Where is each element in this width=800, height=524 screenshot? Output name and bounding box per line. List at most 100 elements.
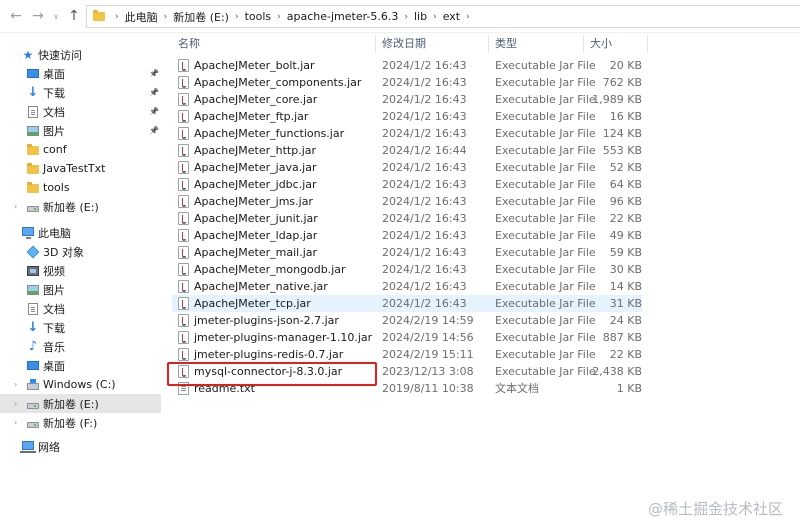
sidebar-item[interactable]: › 新加卷 (E:)	[0, 197, 161, 216]
file-row[interactable]: jmeter-plugins-json-2.7.jar 2024/2/19 14:…	[172, 312, 642, 329]
file-date: 2024/1/2 16:43	[382, 161, 467, 174]
sidebar-item[interactable]: conf	[0, 140, 161, 159]
file-row[interactable]: ApacheJMeter_java.jar 2024/1/2 16:43 Execu…	[172, 159, 642, 176]
file-row[interactable]: jmeter-plugins-manager-1.10.jar 2024/2/19…	[172, 329, 642, 346]
sidebar-network[interactable]: 网络	[0, 437, 161, 456]
file-type: Executable Jar File	[495, 229, 596, 242]
file-size: 16 KB	[609, 110, 642, 123]
jar-file-icon	[178, 144, 189, 157]
sidebar-item[interactable]: › Windows (C:)	[0, 375, 161, 394]
expand-chevron-icon[interactable]: ›	[14, 399, 17, 408]
jar-file-icon	[178, 76, 189, 89]
address-bar[interactable]: › 此电脑 › 新加卷 (E:) › tools › apache-jmeter-5.6.3…	[86, 5, 800, 28]
sidebar-item[interactable]: ↓ 下载	[0, 318, 161, 337]
sidebar-item[interactable]: tools	[0, 178, 161, 197]
file-row[interactable]: jmeter-plugins-redis-0.7.jar 2024/2/19 15…	[172, 346, 642, 363]
expand-chevron-icon[interactable]: ›	[14, 380, 17, 389]
sidebar-item[interactable]: › 新加卷 (E:)	[0, 394, 161, 413]
sidebar-item-label: 文档	[43, 105, 65, 119]
sidebar-item[interactable]: 桌面 📌	[0, 64, 161, 83]
file-type: Executable Jar File	[495, 76, 596, 89]
breadcrumb-label: apache-jmeter-5.6.3	[286, 10, 399, 23]
breadcrumb-separator-icon: ›	[115, 11, 119, 22]
file-name: ApacheJMeter_native.jar	[194, 280, 328, 293]
file-size: 1 KB	[616, 382, 642, 395]
file-row[interactable]: ApacheJMeter_tcp.jar 2024/1/2 16:43 Execut…	[172, 295, 642, 312]
breadcrumb-item[interactable]: 新加卷 (E:)	[173, 9, 229, 25]
jar-file-icon	[178, 110, 189, 123]
up-arrow-icon[interactable]: ↑	[66, 7, 82, 25]
sidebar-item[interactable]: 视频	[0, 261, 161, 280]
column-divider[interactable]	[488, 35, 489, 53]
sidebar-item[interactable]: 桌面	[0, 356, 161, 375]
sidebar-item[interactable]: 3D 对象	[0, 242, 161, 261]
sidebar-item[interactable]: ↓ 下载 📌	[0, 83, 161, 102]
file-date: 2024/1/2 16:43	[382, 127, 467, 140]
breadcrumb-label: ext	[442, 10, 461, 23]
file-name: ApacheJMeter_components.jar	[194, 76, 362, 89]
back-arrow-icon[interactable]: ←	[8, 7, 24, 25]
sidebar-this-pc[interactable]: 此电脑	[0, 223, 161, 242]
folder-icon	[93, 10, 105, 21]
file-type: Executable Jar File	[495, 93, 596, 106]
sidebar-item[interactable]: 图片 📌	[0, 121, 161, 140]
file-date: 2024/2/19 14:59	[382, 314, 474, 327]
file-type: Executable Jar File	[495, 110, 596, 123]
file-row[interactable]: ApacheJMeter_bolt.jar 2024/1/2 16:43 Execu…	[172, 57, 642, 74]
file-size: 64 KB	[609, 178, 642, 191]
file-row[interactable]: ApacheJMeter_mongodb.jar 2024/1/2 16:43 Ex…	[172, 261, 642, 278]
file-row[interactable]: ApacheJMeter_components.jar 2024/1/2 16:4…	[172, 74, 642, 91]
column-header-name[interactable]: 名称	[178, 33, 378, 53]
computer-icon	[22, 227, 34, 239]
file-row[interactable]: ApacheJMeter_jdbc.jar 2024/1/2 16:43 Execu…	[172, 176, 642, 193]
breadcrumb-item[interactable]: apache-jmeter-5.6.3	[287, 10, 399, 23]
file-size: 2,438 KB	[592, 365, 642, 378]
jar-file-icon	[178, 229, 189, 242]
file-row[interactable]: ApacheJMeter_mail.jar 2024/1/2 16:43 Execu…	[172, 244, 642, 261]
file-row[interactable]: ApacheJMeter_functions.jar 2024/1/2 16:43…	[172, 125, 642, 142]
file-name: ApacheJMeter_java.jar	[194, 161, 317, 174]
column-divider[interactable]	[583, 35, 584, 53]
breadcrumb-item[interactable]: 此电脑	[125, 9, 158, 25]
file-row[interactable]: ApacheJMeter_ftp.jar 2024/1/2 16:43 Execut…	[172, 108, 642, 125]
column-header-date[interactable]: 修改日期	[382, 33, 492, 53]
column-header-size[interactable]: 大小	[590, 33, 650, 53]
sidebar-item[interactable]: › 新加卷 (F:)	[0, 413, 161, 432]
sidebar-quick-access[interactable]: ★ 快速访问	[0, 45, 161, 64]
3d-objects-icon	[26, 245, 40, 258]
file-name: ApacheJMeter_core.jar	[194, 93, 318, 106]
column-header-type[interactable]: 类型	[495, 33, 585, 53]
file-row[interactable]: ApacheJMeter_jms.jar 2024/1/2 16:43 Execut…	[172, 193, 642, 210]
column-divider[interactable]	[375, 35, 376, 53]
breadcrumb-item[interactable]: ext	[443, 10, 460, 23]
file-row[interactable]: ApacheJMeter_core.jar 2024/1/2 16:43 Execu…	[172, 91, 642, 108]
sidebar-item[interactable]: JavaTestTxt	[0, 159, 161, 178]
sidebar-item[interactable]: 文档	[0, 299, 161, 318]
sidebar-item[interactable]: 图片	[0, 280, 161, 299]
document-icon	[27, 302, 39, 315]
sidebar-item[interactable]: ♪ 音乐	[0, 337, 161, 356]
file-list: 名称 修改日期 类型 大小 ApacheJMeter_bolt.jar 2024/…	[172, 33, 800, 524]
file-row[interactable]: ApacheJMeter_junit.jar 2024/1/2 16:43 Exec…	[172, 210, 642, 227]
recent-chevron-down-icon[interactable]: ∨	[48, 7, 64, 25]
file-type: Executable Jar File	[495, 127, 596, 140]
pin-icon: 📌	[149, 126, 159, 135]
breadcrumb-item[interactable]: lib	[414, 10, 427, 23]
file-row[interactable]: ApacheJMeter_ldap.jar 2024/1/2 16:43 Execu…	[172, 227, 642, 244]
file-date: 2024/1/2 16:43	[382, 246, 467, 259]
file-name: ApacheJMeter_jms.jar	[194, 195, 313, 208]
forward-arrow-icon[interactable]: →	[30, 7, 46, 25]
file-name: jmeter-plugins-json-2.7.jar	[194, 314, 339, 327]
jar-file-icon	[178, 246, 189, 259]
breadcrumb-item[interactable]: tools	[245, 10, 272, 23]
picture-icon	[27, 125, 39, 137]
file-row[interactable]: ApacheJMeter_http.jar 2024/1/2 16:44 Execu…	[172, 142, 642, 159]
file-row[interactable]: ApacheJMeter_native.jar 2024/1/2 16:43 Exe…	[172, 278, 642, 295]
column-divider[interactable]	[647, 35, 648, 53]
expand-chevron-icon[interactable]: ›	[14, 202, 17, 211]
file-type: Executable Jar File	[495, 144, 596, 157]
sidebar-item-label: 图片	[43, 283, 65, 297]
file-date: 2019/8/11 10:38	[382, 382, 474, 395]
sidebar-item[interactable]: 文档 📌	[0, 102, 161, 121]
expand-chevron-icon[interactable]: ›	[14, 418, 17, 427]
